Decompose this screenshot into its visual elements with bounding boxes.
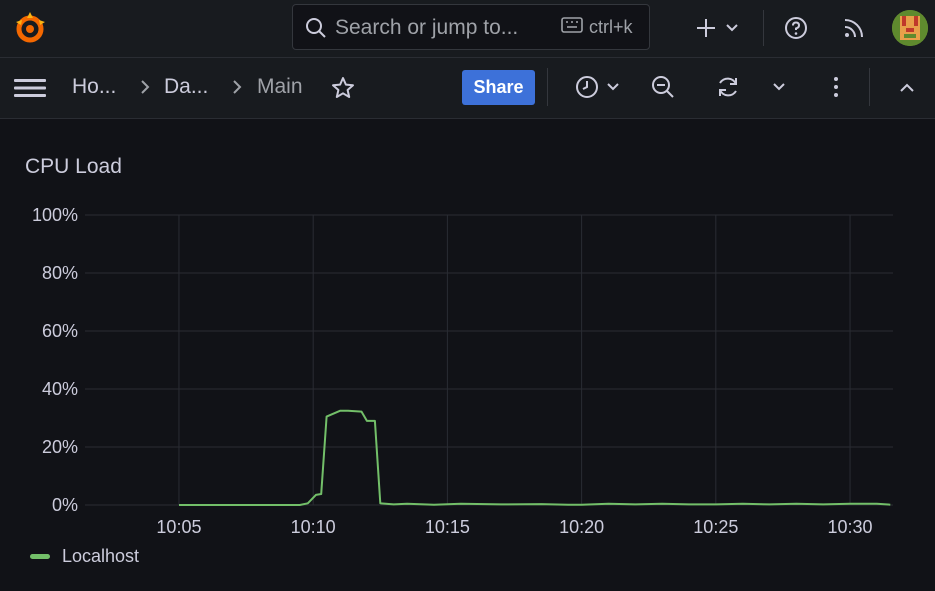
y-tick-label: 100% xyxy=(32,205,78,225)
more-vertical-icon[interactable] xyxy=(828,75,844,99)
y-tick-label: 60% xyxy=(42,321,78,341)
zoom-out-icon[interactable] xyxy=(651,75,675,99)
top-bar: Search or jump to... ctrl+k xyxy=(0,0,935,58)
x-tick-label: 10:30 xyxy=(828,517,873,537)
y-tick-label: 20% xyxy=(42,437,78,457)
grafana-logo-icon[interactable] xyxy=(12,10,48,46)
x-tick-label: 10:15 xyxy=(425,517,470,537)
refresh-interval-chevron-down-icon[interactable] xyxy=(771,79,787,95)
y-tick-label: 80% xyxy=(42,263,78,283)
star-icon[interactable] xyxy=(331,76,355,100)
x-tick-label: 10:25 xyxy=(693,517,738,537)
y-tick-label: 40% xyxy=(42,379,78,399)
x-tick-label: 10:10 xyxy=(291,517,336,537)
avatar[interactable] xyxy=(892,10,928,46)
refresh-icon[interactable] xyxy=(716,75,740,99)
breadcrumb-dashboards[interactable]: Da... xyxy=(164,75,208,99)
dashboard-nav-bar: Ho... Da... Main Share xyxy=(0,58,935,119)
chevron-right-icon xyxy=(230,78,244,101)
x-tick-label: 10:05 xyxy=(156,517,201,537)
clock-icon xyxy=(576,76,619,98)
breadcrumb-home[interactable]: Ho... xyxy=(72,75,116,99)
x-tick-label: 10:20 xyxy=(559,517,604,537)
keyboard-icon xyxy=(561,17,583,38)
search-placeholder: Search or jump to... xyxy=(335,16,519,39)
legend: Localhost xyxy=(30,546,139,567)
new-menu-button[interactable] xyxy=(694,16,742,40)
divider xyxy=(547,68,548,106)
search-bar[interactable]: Search or jump to... ctrl+k xyxy=(292,4,650,50)
shortcut-label: ctrl+k xyxy=(589,17,633,37)
plus-icon xyxy=(697,19,738,37)
rss-icon[interactable] xyxy=(843,17,865,39)
menu-icon[interactable] xyxy=(14,78,46,98)
search-shortcut: ctrl+k xyxy=(561,17,633,38)
panel-title[interactable]: CPU Load xyxy=(25,155,122,179)
cpu-load-chart[interactable]: 0% 20% 40% 60% 80% 100% 10:05 10:10 10:15 10:20 10… xyxy=(0,195,935,540)
search-icon xyxy=(305,17,327,44)
share-button[interactable]: Share xyxy=(462,70,535,105)
time-picker-button[interactable] xyxy=(574,75,622,99)
help-icon[interactable] xyxy=(784,16,808,40)
divider xyxy=(763,10,764,46)
chevron-right-icon xyxy=(138,78,152,101)
breadcrumb-current: Main xyxy=(257,75,303,98)
legend-swatch xyxy=(30,554,50,559)
chevron-up-icon[interactable] xyxy=(898,79,916,97)
y-tick-label: 0% xyxy=(52,495,78,515)
series-line-localhost xyxy=(179,409,891,506)
divider xyxy=(869,68,870,106)
legend-label-localhost[interactable]: Localhost xyxy=(62,546,139,567)
